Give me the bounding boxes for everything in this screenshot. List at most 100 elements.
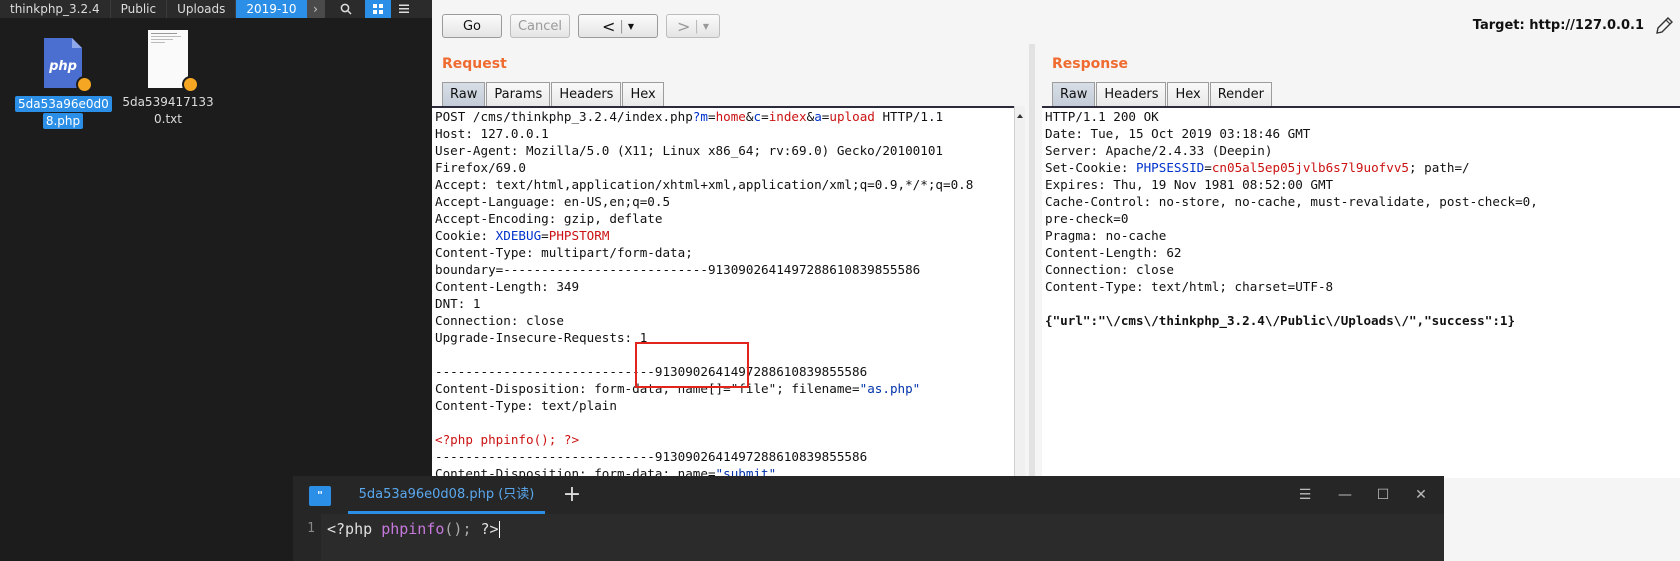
list-icon [398, 4, 409, 13]
minimize-icon: — [1338, 487, 1352, 503]
file-item[interactable]: php 5da53a96e0d0 8.php [15, 36, 112, 130]
list-view-button[interactable] [391, 0, 417, 18]
text-editor-window: " 5da53a96e0d08.php (只读) + ☰ — ☐ ✕ 1 <?p… [293, 476, 1444, 561]
file-name-ext: 0.txt [154, 112, 182, 126]
tab-headers[interactable]: Headers [551, 82, 622, 106]
tab-raw[interactable]: Raw [1052, 82, 1096, 106]
new-tab-button[interactable]: + [559, 482, 585, 508]
breadcrumb-item[interactable]: Public [111, 0, 168, 18]
request-tabs: Raw Params Headers Hex [442, 82, 665, 106]
text-file-icon [146, 30, 199, 93]
response-line: Expires: Thu, 19 Nov 1981 08:52:00 GMT [1045, 177, 1334, 192]
request-line: boundary=---------------------------9130… [435, 262, 921, 277]
file-name: 5da539417133 [122, 95, 214, 109]
close-button[interactable]: ✕ [1409, 484, 1433, 506]
tab-raw[interactable]: Raw [442, 82, 486, 106]
icon-view-button[interactable] [364, 0, 391, 18]
response-line: Content-Length: 62 [1045, 245, 1182, 260]
grid-icon [372, 4, 383, 14]
breadcrumb-scroll-right[interactable]: › [306, 0, 325, 18]
maximize-icon: ☐ [1376, 487, 1390, 503]
request-line: POST /cms/thinkphp_3.2.4/index.php?m=hom… [435, 109, 944, 124]
request-line: Firefox/69.0 [435, 160, 526, 175]
response-line: Server: Apache/2.4.33 (Deepin) [1045, 143, 1273, 158]
target-label[interactable]: Target: http://127.0.0.1 [1473, 18, 1644, 33]
response-line: Cache-Control: no-store, no-cache, must-… [1045, 194, 1538, 209]
cancel-button[interactable]: Cancel [510, 14, 570, 38]
breadcrumb-item[interactable]: Uploads [167, 0, 237, 18]
request-line: Content-Type: multipart/form-data; [435, 245, 693, 260]
file-name-ext: 8.php [42, 113, 84, 129]
forward-arrow-icon: > [677, 16, 691, 36]
editor-code[interactable]: <?php phpinfo(); ?> [327, 514, 500, 544]
lock-icon [76, 76, 93, 93]
php-function: phpinfo [381, 520, 445, 538]
text-cursor [498, 521, 500, 538]
line-number: 1 [293, 514, 321, 561]
response-line: HTTP/1.1 200 OK [1045, 109, 1159, 124]
search-button[interactable] [333, 0, 359, 18]
response-body: {"url":"\/cms\/thinkphp_3.2.4\/Public\/U… [1045, 313, 1516, 328]
response-line: Connection: close [1045, 262, 1174, 277]
breadcrumb: thinkphp_3.2.4 Public Uploads 2019-10 › [0, 0, 432, 18]
php-file-icon: php [42, 36, 93, 93]
response-title: Response [1052, 56, 1129, 72]
request-line: Accept-Encoding: gzip, deflate [435, 211, 663, 226]
response-line [1042, 295, 1680, 312]
php-close-tag: ?> [471, 520, 499, 538]
edit-target-button[interactable] [1654, 16, 1674, 40]
forward-button[interactable]: > | ▼ [666, 14, 720, 38]
request-title: Request [442, 56, 507, 72]
chevron-down-icon: ▼ [627, 21, 634, 31]
close-icon: ✕ [1415, 487, 1427, 503]
pencil-icon [1656, 17, 1673, 34]
menu-icon: ☰ [1298, 487, 1312, 503]
minimize-button[interactable]: — [1333, 484, 1357, 506]
file-name: 5da53a96e0d0 [15, 96, 112, 112]
request-line [432, 414, 1022, 431]
response-editor[interactable]: HTTP/1.1 200 OK Date: Tue, 15 Oct 2019 0… [1042, 106, 1680, 478]
response-tabs: Raw Headers Hex Render [1052, 82, 1273, 106]
back-arrow-icon: < [602, 16, 616, 36]
request-editor[interactable]: POST /cms/thinkphp_3.2.4/index.php?m=hom… [432, 106, 1022, 478]
request-line: -----------------------------91309026414… [435, 449, 868, 464]
split-divider[interactable] [1029, 44, 1035, 476]
file-item[interactable]: 5da539417133 0.txt [120, 30, 216, 128]
tab-hex[interactable]: Hex [622, 82, 664, 106]
request-line: Connection: close [435, 313, 564, 328]
request-line: Host: 127.0.0.1 [435, 126, 549, 141]
chevron-down-icon: ▼ [702, 21, 709, 31]
response-line: Content-Type: text/html; charset=UTF-8 [1045, 279, 1334, 294]
go-button[interactable]: Go [442, 14, 502, 38]
tab-headers[interactable]: Headers [1096, 82, 1167, 106]
tab-hex[interactable]: Hex [1167, 82, 1209, 106]
search-icon [340, 3, 352, 15]
back-button[interactable]: < | ▼ [578, 14, 658, 38]
request-line: Accept: text/html,application/xhtml+xml,… [435, 177, 974, 192]
response-line: pre-check=0 [1045, 211, 1129, 226]
editor-titlebar: " 5da53a96e0d08.php (只读) + ☰ — ☐ ✕ [293, 476, 1444, 514]
maximize-button[interactable]: ☐ [1371, 484, 1395, 506]
tab-params[interactable]: Params [486, 82, 551, 106]
response-line: Pragma: no-cache [1045, 228, 1167, 243]
lock-icon [182, 76, 199, 93]
request-line: Content-Length: 349 [435, 279, 580, 294]
request-line: DNT: 1 [435, 296, 481, 311]
editor-logo-icon: " [309, 486, 331, 506]
menu-button[interactable]: ☰ [1293, 484, 1317, 506]
request-line: Cookie: XDEBUG=PHPSTORM [435, 228, 610, 243]
php-open-tag: <?php [327, 520, 382, 538]
plus-icon: + [562, 482, 582, 507]
request-scrollbar[interactable] [1014, 106, 1025, 476]
tab-render[interactable]: Render [1209, 82, 1272, 106]
editor-tab[interactable]: 5da53a96e0d08.php (只读) [348, 476, 545, 514]
response-line: Date: Tue, 15 Oct 2019 03:18:46 GMT [1045, 126, 1311, 141]
request-line: Accept-Language: en-US,en;q=0.5 [435, 194, 671, 209]
request-line: <?php phpinfo(); ?> [435, 432, 580, 447]
breadcrumb-item[interactable]: thinkphp_3.2.4 [0, 0, 111, 18]
svg-text:php: php [48, 59, 77, 74]
request-line: Content-Type: text/plain [435, 398, 617, 413]
breadcrumb-item-current[interactable]: 2019-10 [236, 0, 307, 18]
php-punctuation: (); [444, 520, 472, 538]
request-line: User-Agent: Mozilla/5.0 (X11; Linux x86_… [435, 143, 943, 158]
